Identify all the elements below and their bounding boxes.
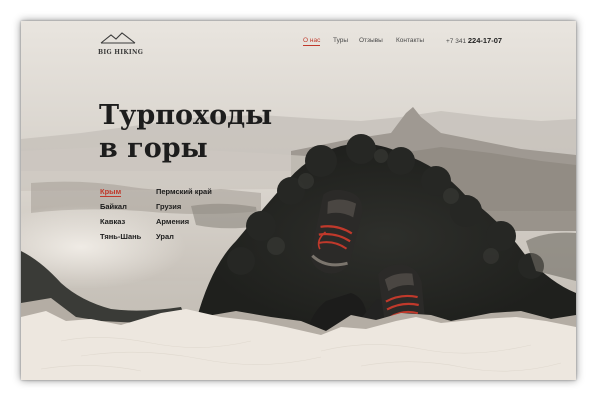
landing-page: BIG HIKING О нас Туры Отзывы Контакты +7… [21, 21, 576, 380]
nav-contacts[interactable]: Контакты [396, 37, 424, 44]
phone-prefix: +7 341 [446, 38, 467, 45]
phone-main: 224-17-07 [467, 36, 503, 45]
nav-reviews[interactable]: Отзывы [359, 37, 383, 44]
mountain-logo-icon [100, 32, 136, 44]
logo-text: BIG HIKING [98, 49, 144, 56]
region-georgia[interactable]: Грузия [156, 202, 181, 211]
hero-title-line-2: в горы [99, 133, 208, 164]
site-header: BIG HIKING О нас Туры Отзывы Контакты +7… [21, 21, 576, 67]
region-caucasus[interactable]: Кавказ [100, 217, 125, 226]
region-ural[interactable]: Урал [156, 232, 174, 241]
region-tian-shan[interactable]: Тянь-Шань [100, 232, 141, 241]
region-baikal[interactable]: Байкал [100, 202, 127, 211]
region-list: Крым Байкал Кавказ Тянь-Шань Пермский кр… [100, 187, 300, 267]
region-crimea[interactable]: Крым [100, 187, 122, 197]
region-perm[interactable]: Пермский край [156, 187, 212, 196]
hero-title-line-1: Турпоходы [99, 100, 273, 131]
region-armenia[interactable]: Армения [156, 217, 189, 226]
logo[interactable]: BIG HIKING [98, 32, 144, 60]
nav-tours[interactable]: Туры [333, 37, 348, 44]
phone-number[interactable]: +7 341 224-17-07 [446, 36, 502, 45]
hero-title: Турпоходы в горы [99, 99, 329, 165]
nav-about[interactable]: О нас [303, 37, 321, 46]
